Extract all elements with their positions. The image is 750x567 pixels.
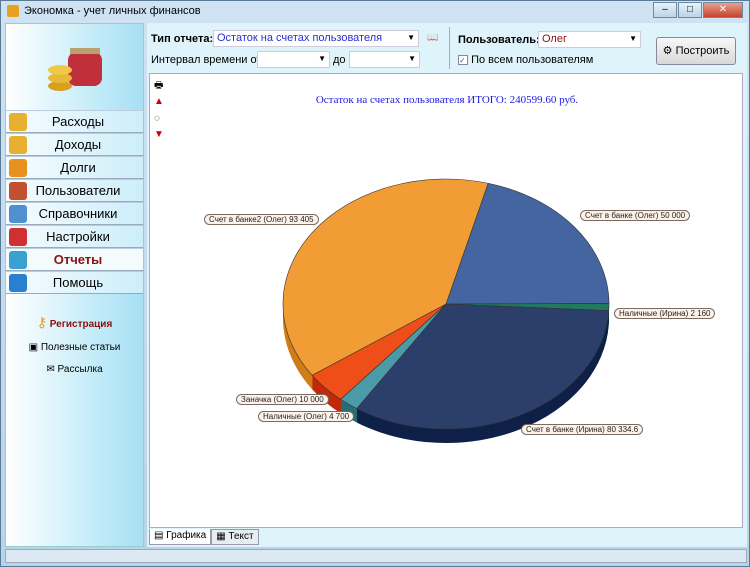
close-button[interactable]: ✕ xyxy=(703,2,743,18)
chevron-down-icon: ▼ xyxy=(629,34,637,43)
tab-text[interactable]: ▦ Текст xyxy=(211,529,259,545)
envelope-icon: ✉ xyxy=(46,364,55,375)
report-area: 🖶 ▲ ◌ ▼ Остаток на счетах пользователя И… xyxy=(149,73,743,528)
sidebar-item-5[interactable]: Настройки xyxy=(6,225,143,248)
coins-plus-icon xyxy=(9,135,27,154)
coins-minus-icon xyxy=(9,112,27,131)
percent-icon xyxy=(9,158,27,177)
slice-label: Счет в банке (Ирина) 80 334.6 xyxy=(521,424,644,435)
chevron-down-icon: ▼ xyxy=(408,54,416,63)
date-to-select[interactable]: ▼ xyxy=(349,51,420,68)
date-from-select[interactable]: ▼ xyxy=(257,51,330,68)
interval-label: Интервал времени от xyxy=(151,54,262,66)
main-panel: Тип отчета: Остаток на счетах пользовате… xyxy=(147,23,747,547)
maximize-button[interactable]: □ xyxy=(678,2,702,18)
sidebar-item-1[interactable]: Доходы xyxy=(6,133,143,156)
pie-chart-icon xyxy=(9,250,27,269)
sidebar-item-6[interactable]: Отчеты xyxy=(6,248,143,271)
text-icon: ▦ xyxy=(216,531,226,542)
sidebar-item-0[interactable]: Расходы xyxy=(6,110,143,133)
chart-icon: ▤ xyxy=(154,530,164,541)
slice-label: Счет в банке (Олег) 50 000 xyxy=(580,210,691,221)
all-users-checkbox[interactable]: ✓ По всем пользователям xyxy=(458,54,593,66)
sidebar: Расходы Доходы Долги Пользователи Справочник… xyxy=(5,23,144,547)
slice-label: Наличные (Олег) 4 700 xyxy=(258,411,355,422)
book-icon[interactable]: 📖 xyxy=(427,32,438,43)
tools-icon xyxy=(9,227,27,246)
slice-label: Заначка (Олег) 10 000 xyxy=(236,394,329,405)
tab-graphics[interactable]: ▤ Графика xyxy=(149,529,212,545)
build-icon: ⚙ xyxy=(662,45,673,57)
to-label: до xyxy=(333,54,346,66)
sidebar-item-2[interactable]: Долги xyxy=(6,156,143,179)
user-select[interactable]: Олег ▼ xyxy=(538,31,641,48)
sidebar-item-7[interactable]: Помощь xyxy=(6,271,143,294)
sidebar-item-3[interactable]: Пользователи xyxy=(6,179,143,202)
book-icon: ▣ xyxy=(28,342,39,353)
title-bar: Экономка - учет личных финансов – □ ✕ xyxy=(1,1,749,21)
slice-label: Счет в банке2 (Олег) 93 405 xyxy=(204,214,319,225)
user-label: Пользователь: xyxy=(458,34,540,46)
build-button[interactable]: ⚙ Построить xyxy=(656,37,736,65)
mailing-link[interactable]: ✉ Рассылка xyxy=(6,364,143,375)
wallet-logo-icon xyxy=(48,48,102,91)
pie-chart xyxy=(282,178,610,443)
articles-link[interactable]: ▣ Полезные статьи xyxy=(6,342,143,353)
users-icon xyxy=(9,181,27,200)
report-type-label: Тип отчета: xyxy=(151,33,214,45)
register-link[interactable]: ⚷ Регистрация xyxy=(6,314,143,331)
minimize-button[interactable]: – xyxy=(653,2,677,18)
sidebar-item-4[interactable]: Справочники xyxy=(6,202,143,225)
checkbox-checked-icon: ✓ xyxy=(458,55,468,65)
document-check-icon xyxy=(9,204,27,223)
app-window: Экономка - учет личных финансов – □ ✕ Ра… xyxy=(0,0,750,567)
chevron-down-icon: ▼ xyxy=(318,54,326,63)
help-icon xyxy=(9,273,27,292)
window-title: Экономка - учет личных финансов xyxy=(24,5,201,17)
app-icon xyxy=(7,5,19,17)
slice-label: Наличные (Ирина) 2 160 xyxy=(614,308,716,319)
status-bar xyxy=(5,549,747,563)
keys-icon: ⚷ xyxy=(36,314,47,330)
chevron-down-icon: ▼ xyxy=(407,33,415,42)
report-type-select[interactable]: Остаток на счетах пользователя ▼ xyxy=(213,30,419,47)
